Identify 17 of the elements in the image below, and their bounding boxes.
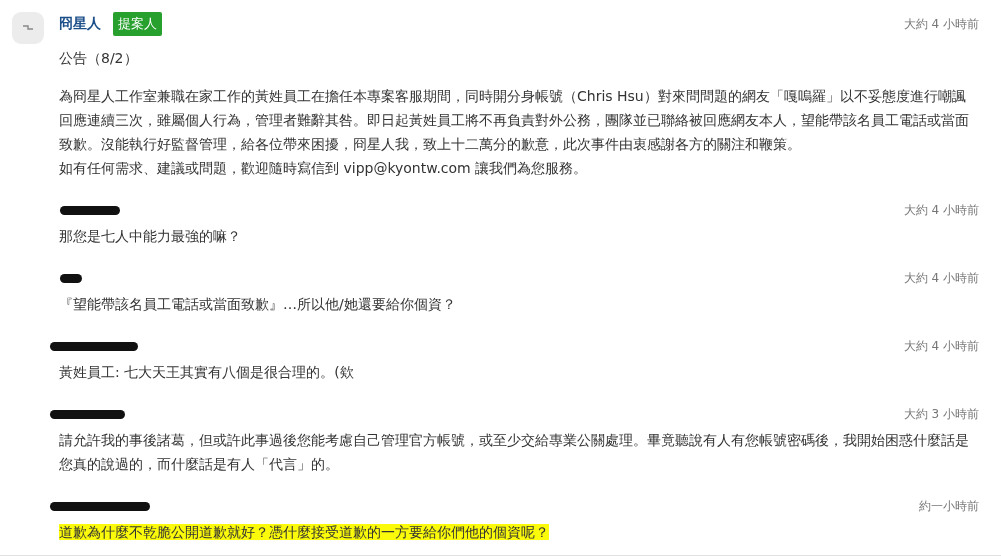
comment-text: 那您是七人中能力最強的嘛？	[59, 228, 241, 244]
timestamp: 大約 3 小時前	[903, 405, 979, 423]
timestamp: 約一小時前	[919, 497, 979, 515]
avatar-icon	[12, 12, 44, 44]
post-title: 公告（8/2）	[59, 49, 139, 68]
comment-text: 黃姓員工: 七大天王其實有八個是很合理的。(欸	[59, 364, 354, 380]
timestamp: 大約 4 小時前	[903, 269, 979, 287]
timestamp: 大約 4 小時前	[903, 15, 979, 33]
timestamp: 大約 4 小時前	[903, 337, 979, 355]
post-paragraph: 如有任何需求、建議或問題，歡迎隨時寫信到 vipp@kyontw.com 讓我們為您服務。	[59, 159, 589, 178]
comment-text: 請允許我的事後諸葛，但或許此事過後您能考慮自己管理官方帳號，或至少交給專業公關處理。畢竟聽說有人有您帳號密碼後，我開始困惑什麼話是您真的說過的，而什麼話是有人「代言」的。	[59, 432, 969, 472]
comment-text: 『望能帶該名員工電話或當面致歉』…所以他/她還要給你個資？	[59, 296, 456, 312]
author-name[interactable]: 冏星人	[59, 15, 101, 33]
role-badge: 提案人	[113, 12, 162, 36]
comment-text: 道歉為什麼不乾脆公開道歉就好？憑什麼接受道歉的一方要給你們他的個資呢？	[59, 524, 549, 540]
timestamp: 大約 4 小時前	[903, 201, 979, 219]
post-paragraph: 為冏星人工作室兼職在家工作的黃姓員工在擔任本專案客服期間，同時開分身帳號（Chris Hsu）對來問問題的網友「嘎嗚羅」以不妥態度進行嘲諷回應連續三次，雖屬個人行為，管理者難辭其咎。即日起黃姓員工將不再負責對外公務，團隊並已聯絡被回應網友本人，望能帶該名員工電話或當面致歉。沒能執行好監督管理，給各位帶來困擾，冏星人我，致上十二萬分的歉意，此次事件由衷感謝各方的關注和鞭策。	[59, 87, 970, 154]
